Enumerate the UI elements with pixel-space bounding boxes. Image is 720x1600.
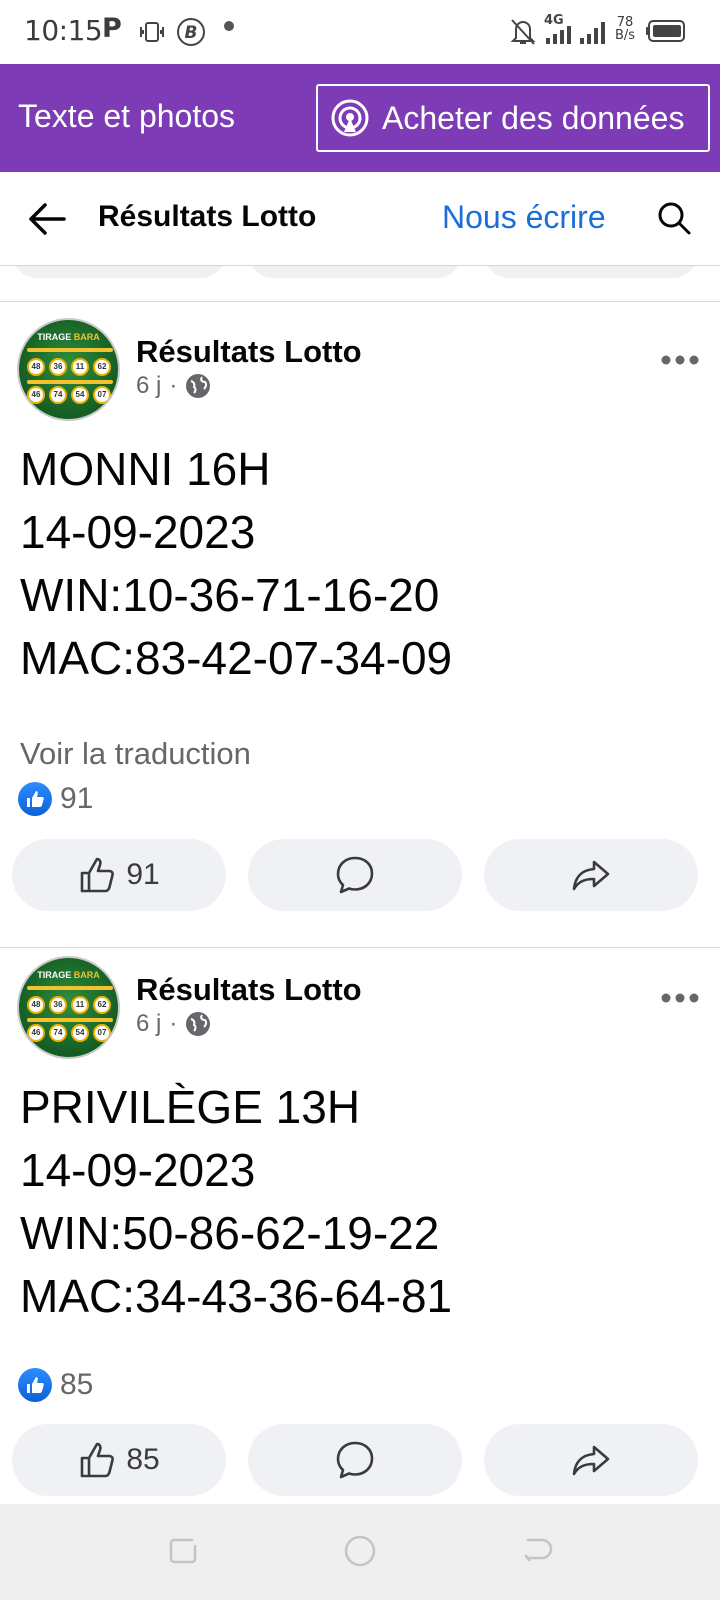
data-mode-banner: Texte et photos Acheter des données bbox=[0, 64, 720, 172]
share-button-previous[interactable] bbox=[484, 266, 698, 278]
like-count: 85 bbox=[126, 1443, 160, 1476]
back-arrow-icon[interactable] bbox=[26, 198, 68, 240]
post-line: MONNI 16H bbox=[20, 443, 271, 495]
post-separator bbox=[0, 947, 720, 948]
post-line: WIN:50-86-62-19-22 bbox=[20, 1207, 440, 1259]
page-title: Résultats Lotto bbox=[98, 200, 317, 233]
post-text: PRIVILÈGE 13H 14-09-2023 WIN:50-86-62-19… bbox=[20, 1076, 452, 1328]
page-avatar[interactable]: TIRAGE BARA 48 36 11 62 46 74 54 07 bbox=[17, 318, 120, 421]
mode-label: Texte et photos bbox=[18, 98, 236, 134]
avatar-strip bbox=[27, 380, 113, 384]
post-meta: 6 j · bbox=[136, 1010, 211, 1038]
more-options-icon[interactable] bbox=[660, 354, 700, 366]
recent-apps-icon[interactable] bbox=[166, 1534, 200, 1568]
system-navigation-bar bbox=[0, 1504, 720, 1600]
write-us-link[interactable]: Nous écrire bbox=[442, 199, 606, 236]
post-time[interactable]: 6 j bbox=[136, 1010, 161, 1038]
globe-icon bbox=[186, 1012, 211, 1036]
status-time: 10:15 bbox=[24, 14, 103, 47]
more-options-icon[interactable] bbox=[660, 992, 700, 1004]
avatar-title: TIRAGE BARA bbox=[37, 332, 100, 342]
reaction-summary[interactable]: 91 bbox=[18, 782, 93, 816]
post-time[interactable]: 6 j bbox=[136, 372, 161, 400]
like-badge-icon bbox=[18, 782, 52, 816]
signal-icon bbox=[546, 26, 571, 44]
comment-button[interactable] bbox=[248, 1424, 462, 1496]
page-avatar[interactable]: TIRAGE BARA 48 36 11 62 46 74 54 07 bbox=[17, 956, 120, 1059]
like-count: 91 bbox=[126, 858, 160, 891]
status-bar: 10:15 P B 4G 78 B/s bbox=[0, 0, 720, 64]
thumbs-up-icon bbox=[81, 857, 115, 893]
post-author[interactable]: Résultats Lotto bbox=[136, 972, 362, 1008]
parking-icon: P bbox=[102, 13, 122, 44]
buy-data-label: Acheter des données bbox=[382, 99, 685, 136]
battery-icon bbox=[646, 20, 685, 42]
avatar-strip bbox=[27, 986, 113, 990]
comment-icon bbox=[336, 1441, 374, 1479]
post-line: PRIVILÈGE 13H bbox=[20, 1081, 361, 1133]
reaction-count: 91 bbox=[60, 782, 94, 815]
meta-separator-dot: · bbox=[169, 1010, 178, 1037]
avatar-balls-row-1: 48 36 11 62 bbox=[27, 996, 111, 1014]
broadcast-icon bbox=[331, 99, 369, 137]
search-icon[interactable] bbox=[656, 200, 692, 236]
like-badge-icon bbox=[18, 1368, 52, 1402]
avatar-title: TIRAGE BARA bbox=[37, 970, 100, 980]
post-line: WIN:10-36-71-16-20 bbox=[20, 569, 440, 621]
avatar-balls-row-1: 48 36 11 62 bbox=[27, 358, 111, 376]
buy-data-button[interactable]: Acheter des données bbox=[316, 84, 710, 152]
speed-unit: B/s bbox=[614, 28, 636, 43]
comment-button[interactable] bbox=[248, 839, 462, 911]
feed: TIRAGE BARA 48 36 11 62 46 74 54 07 Résu… bbox=[0, 266, 720, 1504]
meta-separator-dot: · bbox=[169, 372, 178, 399]
avatar-balls-row-2: 46 74 54 07 bbox=[27, 386, 111, 404]
post-line: 14-09-2023 bbox=[20, 1144, 256, 1196]
vibrate-icon bbox=[140, 22, 164, 42]
avatar-strip bbox=[27, 1018, 113, 1022]
signal-icon-2 bbox=[580, 22, 605, 44]
post-meta: 6 j · bbox=[136, 372, 211, 400]
network-speed: 78 B/s bbox=[612, 16, 638, 42]
share-icon bbox=[572, 860, 610, 891]
home-icon[interactable] bbox=[343, 1534, 377, 1568]
reaction-summary[interactable]: 85 bbox=[18, 1368, 93, 1402]
globe-icon bbox=[186, 374, 211, 398]
svg-text:B: B bbox=[185, 23, 198, 43]
post-text: MONNI 16H 14-09-2023 WIN:10-36-71-16-20 … bbox=[20, 438, 452, 690]
post-line: MAC:34-43-36-64-81 bbox=[20, 1270, 453, 1322]
share-button[interactable] bbox=[484, 839, 698, 911]
back-nav-icon[interactable] bbox=[520, 1534, 554, 1568]
page-header: Résultats Lotto Nous écrire bbox=[0, 172, 720, 266]
avatar-strip bbox=[27, 348, 113, 352]
share-icon bbox=[572, 1445, 610, 1476]
see-translation-link[interactable]: Voir la traduction bbox=[20, 736, 251, 772]
mute-icon bbox=[510, 19, 536, 45]
comment-button-previous[interactable] bbox=[248, 266, 462, 278]
post-line: 14-09-2023 bbox=[20, 506, 256, 558]
share-button[interactable] bbox=[484, 1424, 698, 1496]
post-separator bbox=[0, 301, 720, 302]
comment-icon bbox=[336, 856, 374, 894]
post-author[interactable]: Résultats Lotto bbox=[136, 334, 362, 370]
like-button-previous[interactable] bbox=[12, 266, 226, 278]
reaction-count: 85 bbox=[60, 1368, 94, 1401]
thumbs-up-icon bbox=[81, 1442, 115, 1478]
notification-dot bbox=[224, 21, 234, 31]
like-button[interactable]: 91 bbox=[12, 839, 226, 911]
post-line: MAC:83-42-07-34-09 bbox=[20, 632, 453, 684]
like-button[interactable]: 85 bbox=[12, 1424, 226, 1496]
avatar-balls-row-2: 46 74 54 07 bbox=[27, 1024, 111, 1042]
bitcoin-icon: B bbox=[177, 18, 205, 46]
